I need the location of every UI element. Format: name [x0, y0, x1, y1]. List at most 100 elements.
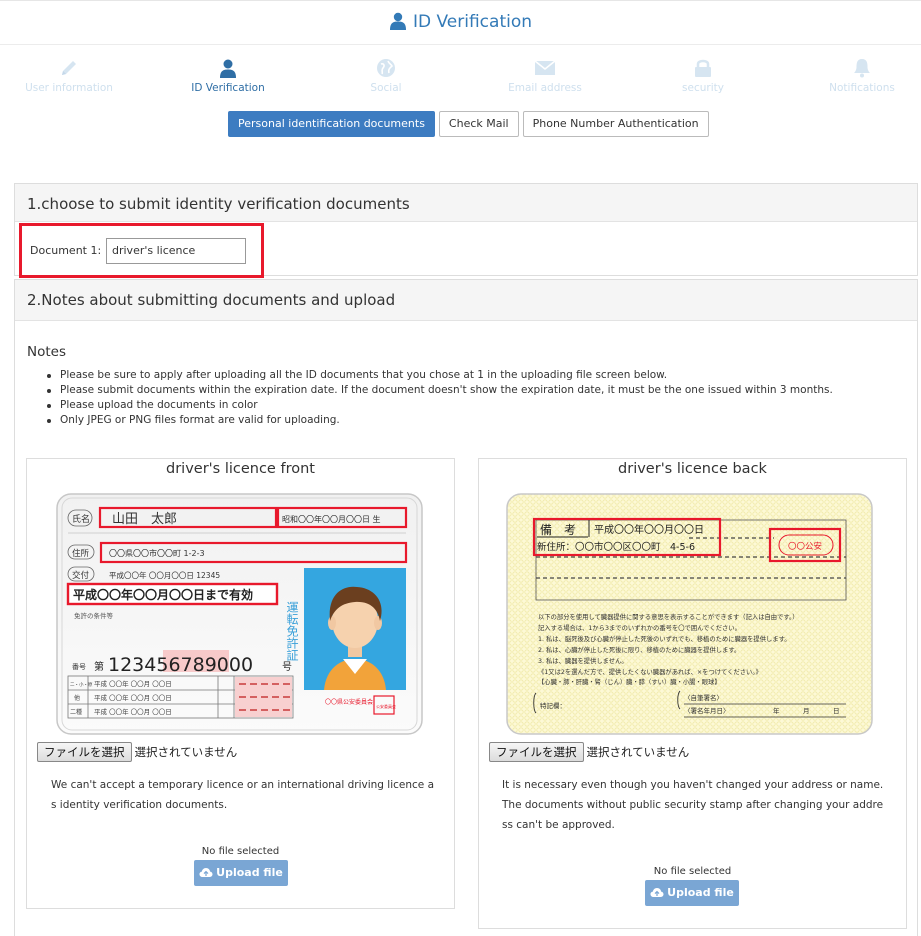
name-label: 氏名 — [72, 513, 90, 525]
security-stamp: 〇〇公安 — [788, 541, 822, 552]
issue-label: 交付 — [72, 570, 90, 581]
front-description: We can't accept a temporary licence or a… — [51, 779, 434, 811]
year-label: 年 — [773, 706, 780, 715]
envelope-icon — [534, 60, 556, 75]
front-upload-button[interactable]: Upload file — [194, 860, 288, 886]
step-id-verification[interactable]: ID Verification — [148, 56, 308, 94]
number-suffix: 号 — [282, 661, 292, 673]
back-upload-label: Upload file — [667, 886, 734, 899]
row1-label: 二・小・原 — [70, 681, 93, 688]
step-label: ID Verification — [191, 82, 265, 94]
title-divider — [0, 44, 921, 45]
tab-phone-number-authentication[interactable]: Phone Number Authentication — [522, 111, 709, 137]
licence-front-image: 氏名 山田 太郎 昭和〇〇年〇〇月〇〇日 生 住所 〇〇県〇〇市〇〇町 1-2-… — [56, 493, 423, 735]
back-file-status: 選択されていません — [586, 745, 690, 759]
step-user-information[interactable]: User information — [0, 56, 149, 94]
tab-personal-identification-documents[interactable]: Personal identification documents — [228, 111, 435, 137]
back-description: It is necessary even though you haven't … — [502, 779, 884, 831]
step-label: Email address — [508, 82, 582, 94]
back-choose-file-button[interactable]: ファイルを選択 — [489, 742, 584, 762]
section2-heading: 2.Notes about submitting documents and u… — [15, 280, 917, 321]
front-file-chooser: ファイルを選択 選択されていません — [37, 742, 237, 762]
remarks-label: 備 考 — [540, 522, 576, 537]
signature-label: 〈自筆署名〉 — [684, 693, 723, 702]
expiry-date: 平成〇〇年〇〇月〇〇日まで有効 — [73, 587, 253, 602]
front-title: driver's licence front — [166, 461, 315, 477]
step-label: security — [682, 82, 724, 94]
back-upload-button[interactable]: Upload file — [645, 880, 739, 906]
row1-date: 平成 〇〇年 〇〇月 〇〇日 — [94, 679, 172, 688]
sign-date-label: 〈署名年月日〉 — [684, 706, 730, 715]
step-social[interactable]: Social — [306, 56, 466, 94]
cloud-upload-icon — [650, 888, 664, 897]
new-address: 新住所：〇〇市〇〇区〇〇町 4-5-6 — [537, 541, 695, 553]
licence-front-card: driver's licence front 氏名 山田 太郎 昭和〇〇年〇〇月… — [26, 458, 455, 909]
birth-date: 昭和〇〇年〇〇月〇〇日 生 — [282, 514, 381, 524]
back-no-file-selected: No file selected — [653, 866, 732, 877]
licence-address: 〇〇県〇〇市〇〇町 1-2-3 — [109, 548, 205, 558]
tab-check-mail[interactable]: Check Mail — [438, 111, 519, 137]
pencil-icon — [62, 61, 76, 75]
notes-list: Please be sure to apply after uploading … — [45, 368, 905, 428]
step-email-address[interactable]: Email address — [465, 56, 625, 94]
month-label: 月 — [803, 707, 810, 715]
remarks-date: 平成〇〇年〇〇月〇〇日 — [594, 523, 704, 536]
licence-number: 123456789000 — [108, 654, 253, 676]
top-divider — [0, 0, 921, 1]
cloud-upload-icon — [199, 868, 213, 877]
bell-icon — [854, 59, 870, 78]
organ-line: 以下の部分を使用して臓器提供に関する意思を表示することができます（記入は自由です… — [538, 612, 799, 621]
row3-label: 二種 — [70, 708, 82, 716]
lock-icon — [695, 59, 711, 77]
address-label: 住所 — [72, 548, 90, 559]
step-label: User information — [25, 82, 113, 94]
front-choose-file-button[interactable]: ファイルを選択 — [37, 742, 132, 762]
issue-date: 平成〇〇年 〇〇月〇〇日 12345 — [109, 570, 220, 580]
note-item: Please submit documents within the expir… — [45, 383, 905, 398]
note-item: Only JPEG or PNG files format are valid … — [45, 413, 905, 428]
front-file-status: 選択されていません — [134, 745, 238, 759]
step-label: Social — [370, 82, 402, 94]
section1-heading: 1.choose to submit identity verification… — [15, 184, 917, 222]
organ-line: 1. 私は、脳死後及び心臓が停止した死後のいずれでも、移植のために臓器を提供しま… — [538, 634, 791, 643]
authority-seal: 公安委員会 — [376, 703, 396, 709]
step-notifications[interactable]: Notifications — [782, 56, 921, 94]
organ-line: 【心臓・肺・肝臓・腎（じん）臓・膵（すい）臓・小腸・眼球】 — [538, 677, 721, 686]
licence-back-card: driver's licence back 備 考 平成〇〇年〇〇月〇〇日 新住… — [478, 458, 907, 929]
back-title: driver's licence back — [618, 461, 767, 477]
conditions-label: 免許の条件等 — [74, 611, 114, 620]
page-title-text: ID Verification — [412, 12, 533, 32]
row2-label: 他 — [74, 694, 80, 702]
user-icon — [220, 59, 236, 78]
organ-line: 3. 私は、臓器を提供しません。 — [538, 656, 628, 665]
special-field: 特記欄： — [540, 701, 566, 710]
step-label: Notifications — [829, 82, 895, 94]
back-file-chooser: ファイルを選択 選択されていません — [489, 742, 689, 762]
tab-bar: Personal identification documents Check … — [228, 111, 713, 137]
front-no-file-selected: No file selected — [201, 846, 280, 857]
organ-line: 記入する場合は、1から3までのいずれかの番号を〇で囲んでください。 — [538, 623, 741, 632]
note-item: Please upload the documents in color — [45, 398, 905, 413]
front-upload-label: Upload file — [216, 866, 283, 879]
number-label: 番号 — [72, 663, 86, 671]
number-prefix: 第 — [94, 660, 104, 673]
licence-back-image: 備 考 平成〇〇年〇〇月〇〇日 新住所：〇〇市〇〇区〇〇町 4-5-6 〇〇公安… — [506, 493, 873, 735]
document-choice-panel: 1.choose to submit identity verification… — [14, 183, 918, 278]
step-security[interactable]: security — [623, 56, 783, 94]
authority-name: 〇〇県公安委員会 — [325, 698, 373, 706]
organ-line: 2. 私は、心臓が停止した死後に限り、移植のために臓器を提供します。 — [538, 645, 740, 654]
licence-name: 山田 太郎 — [112, 512, 177, 527]
document-select[interactable]: driver's licence — [106, 238, 246, 264]
organ-line: 《1又は2を選んだ方で、提供したくない臓器があれば、×をつけてください。》 — [538, 667, 762, 676]
document-label: Document 1: — [30, 244, 102, 257]
day-label: 日 — [833, 707, 840, 715]
row2-date: 平成 〇〇年 〇〇月 〇〇日 — [94, 693, 172, 702]
vertical-title: 運転免許証 — [285, 601, 299, 661]
page-title: ID Verification — [0, 12, 921, 44]
document-select-highlight: Document 1: driver's licence — [19, 223, 264, 278]
user-icon — [389, 12, 407, 35]
row3-date: 平成 〇〇年 〇〇月 〇〇日 — [94, 707, 172, 716]
upload-panel: 2.Notes about submitting documents and u… — [14, 279, 918, 936]
note-item: Please be sure to apply after uploading … — [45, 368, 905, 383]
globe-icon — [377, 59, 395, 77]
